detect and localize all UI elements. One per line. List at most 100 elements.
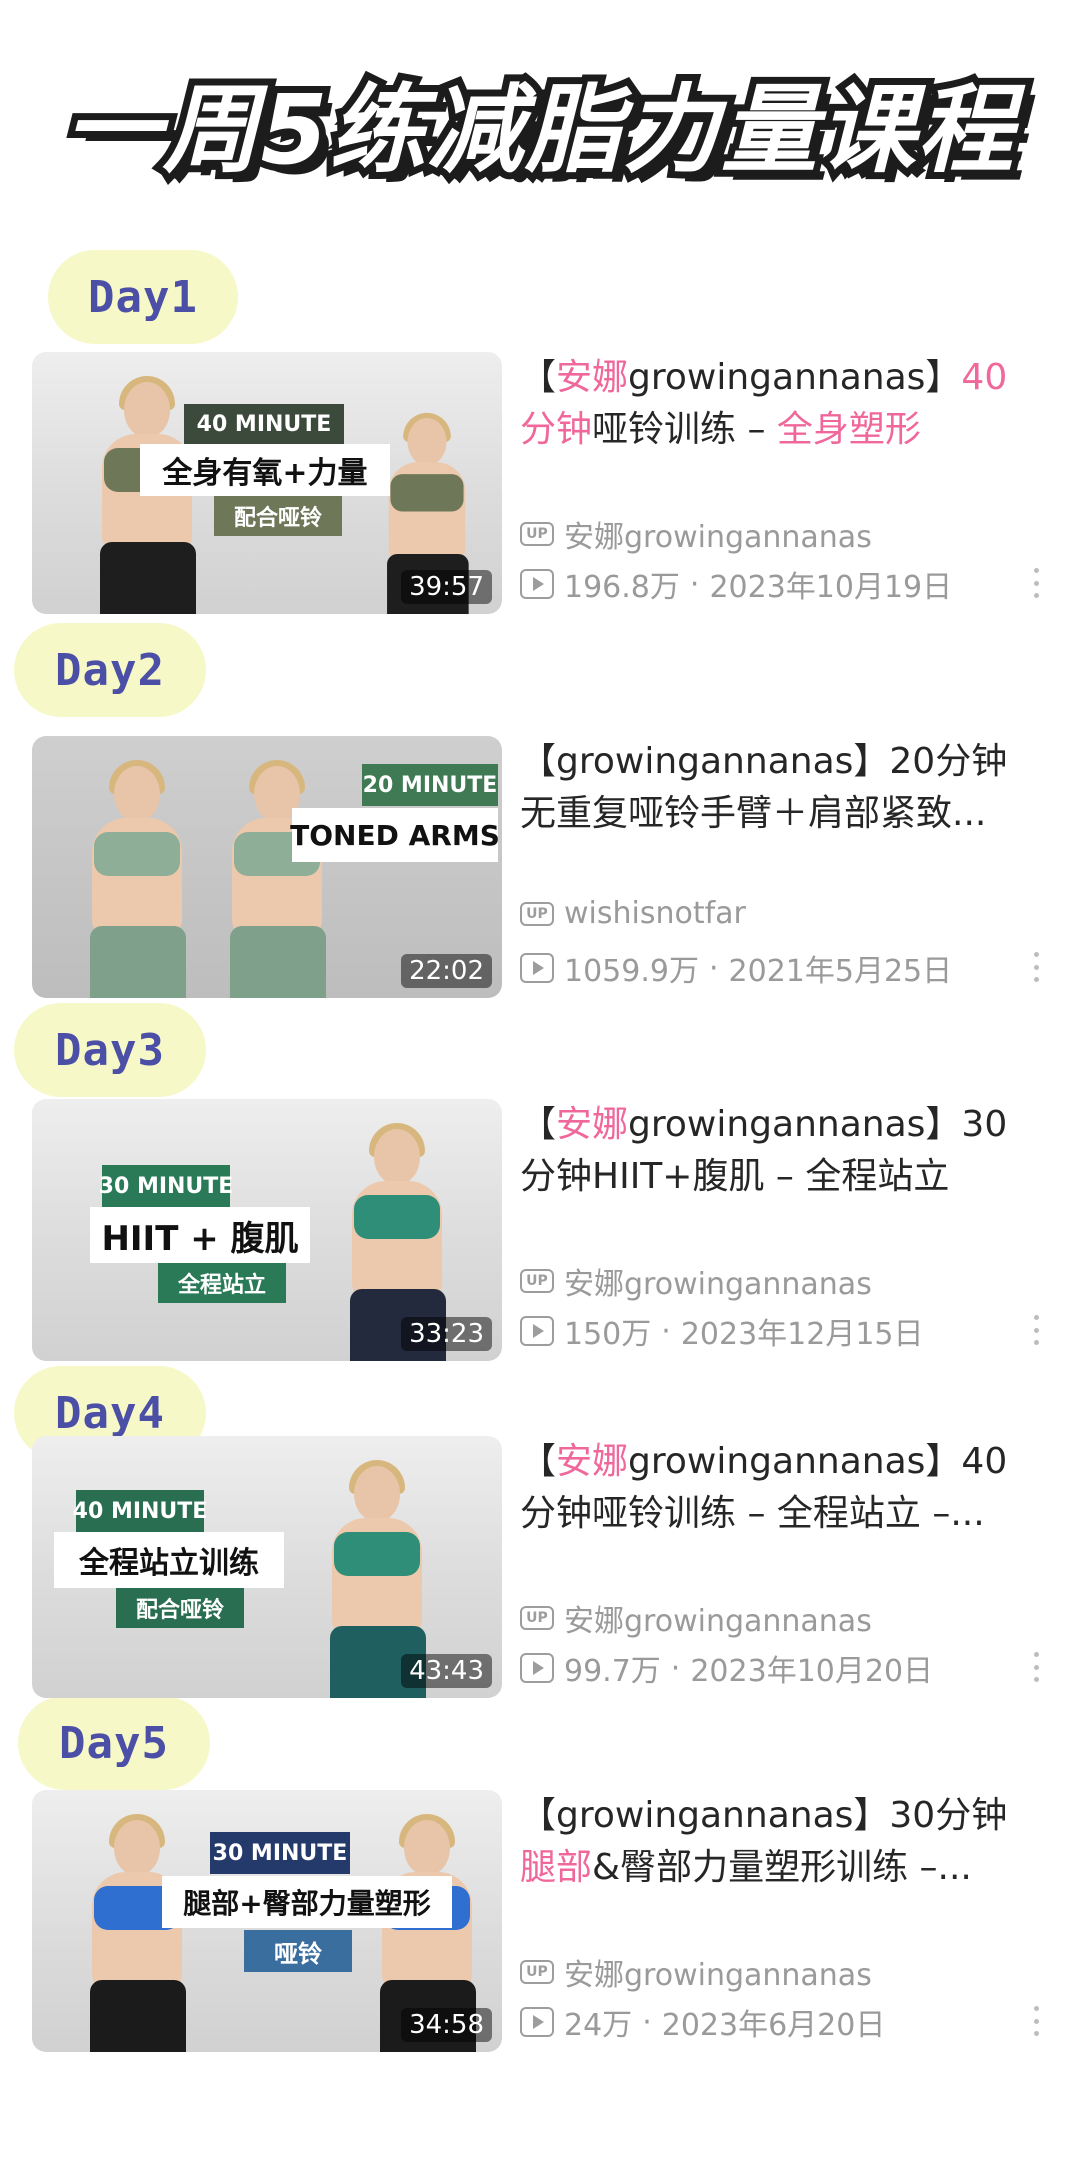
uploader-row[interactable]: UP wishisnotfar [520, 896, 746, 931]
play-count-icon [520, 2007, 554, 2037]
title-text: growingannanas】 [628, 357, 962, 398]
video-card-day3[interactable]: 30 MINUTE HIIT + 腹肌 全程站立 33:23 【安娜growin… [32, 1099, 1042, 1361]
play-count-icon [520, 1653, 554, 1683]
video-thumbnail[interactable]: 40 MINUTE 全程站立训练 配合哑铃 43:43 [32, 1436, 502, 1698]
video-title[interactable]: 【安娜growingannanas】30分钟HIIT+腹肌 – 全程站立 [520, 1099, 1040, 1203]
day-badge-label: Day3 [55, 1024, 165, 1076]
video-card-day2[interactable]: 20 MINUTE TONED ARMS 22:02 【growingannan… [32, 736, 1042, 998]
day-badge-3: Day3 [14, 1003, 206, 1097]
video-title[interactable]: 【安娜growingannanas】40分钟哑铃训练 – 全身塑形 [520, 352, 1040, 456]
more-options-icon[interactable] [1032, 952, 1040, 982]
title-text: 【growingannanas】30分钟 [520, 1795, 1008, 1836]
video-duration: 22:02 [401, 954, 492, 988]
day-badge-label: Day1 [88, 271, 198, 323]
publish-date: 2021年5月25日 [728, 954, 953, 989]
title-text: &臀部力量塑形训练 –... [592, 1847, 972, 1888]
thumb-main-label: 全身有氧+力量 [140, 444, 390, 496]
video-thumbnail[interactable]: 40 MINUTE 全身有氧+力量 配合哑铃 39:57 [32, 352, 502, 614]
day-badge-label: Day2 [55, 644, 165, 696]
thumb-main-label: 全程站立训练 [54, 1532, 284, 1588]
uploader-row[interactable]: UP 安娜growingannanas [520, 1596, 872, 1640]
stats-row: 150万 · 2023年12月15日 [520, 1309, 1040, 1353]
athlete-figure [62, 1814, 212, 2052]
uploader-row[interactable]: UP 安娜growingannanas [520, 512, 872, 556]
separator-dot: · [689, 566, 700, 602]
separator-dot: · [670, 1650, 681, 1686]
more-options-icon[interactable] [1032, 1652, 1040, 1682]
day-badge-label: Day5 [59, 1717, 169, 1769]
title-highlight: 全身塑形 [776, 409, 921, 450]
video-card-day4[interactable]: 40 MINUTE 全程站立训练 配合哑铃 43:43 【安娜growingan… [32, 1436, 1042, 1698]
video-duration: 43:43 [401, 1654, 492, 1688]
athlete-figure [202, 760, 352, 998]
stats-row: 196.8万 · 2023年10月19日 [520, 562, 1040, 606]
athlete-figure [62, 760, 212, 998]
title-highlight: 安娜 [556, 1104, 629, 1145]
video-title[interactable]: 【growingannanas】20分钟无重复哑铃手臂＋肩部紧致... [520, 736, 1040, 840]
video-info: 【安娜growingannanas】40分钟哑铃训练 – 全程站立 –... U… [520, 1436, 1040, 1698]
stats-row: 99.7万 · 2023年10月20日 [520, 1646, 1040, 1690]
video-info: 【安娜growingannanas】30分钟HIIT+腹肌 – 全程站立 UP … [520, 1099, 1040, 1361]
title-text: 哑铃训练 – [592, 409, 777, 450]
up-badge-icon: UP [520, 1606, 554, 1630]
more-options-icon[interactable] [1032, 1315, 1040, 1345]
video-thumbnail[interactable]: 30 MINUTE HIIT + 腹肌 全程站立 33:23 [32, 1099, 502, 1361]
video-thumbnail[interactable]: 20 MINUTE TONED ARMS 22:02 [32, 736, 502, 998]
video-duration: 33:23 [401, 1317, 492, 1351]
uploader-name: 安娜growingannanas [564, 520, 872, 555]
view-count: 1059.9万 [564, 954, 699, 989]
play-count-icon [520, 1316, 554, 1346]
video-title[interactable]: 【growingannanas】30分钟腿部&臀部力量塑形训练 –... [520, 1790, 1040, 1894]
thumb-minute-label: 20 MINUTE [362, 764, 498, 806]
title-highlight: 安娜 [556, 357, 629, 398]
title-text: 【 [520, 1441, 557, 1482]
uploader-row[interactable]: UP 安娜growingannanas [520, 1950, 872, 1994]
thumb-sub-label: 哑铃 [244, 1930, 352, 1972]
stats-row: 1059.9万 · 2021年5月25日 [520, 946, 1040, 990]
uploader-name: 安娜growingannanas [564, 1958, 872, 1993]
thumb-sub-label: 配合哑铃 [116, 1588, 244, 1628]
title-highlight: 安娜 [556, 1441, 629, 1482]
thumb-main-label: 腿部+臀部力量塑形 [162, 1876, 452, 1928]
video-duration: 34:58 [401, 2008, 492, 2042]
more-options-icon[interactable] [1032, 2006, 1040, 2036]
page-title: 一周5练减脂力量课程 [58, 67, 1021, 193]
up-badge-icon: UP [520, 1269, 554, 1293]
play-count-icon [520, 569, 554, 599]
publish-date: 2023年6月20日 [661, 2008, 886, 2043]
title-text: 【growingannanas】20分钟无重复哑铃手臂＋肩部紧致... [520, 741, 1008, 834]
separator-dot: · [642, 2004, 652, 2040]
thumb-sub-label: 配合哑铃 [214, 496, 342, 536]
thumb-minute-label: 30 MINUTE [99, 1165, 233, 1207]
video-duration: 39:57 [401, 570, 492, 604]
uploader-row[interactable]: UP 安娜growingannanas [520, 1259, 872, 1303]
separator-dot: · [661, 1313, 671, 1349]
video-card-day1[interactable]: 40 MINUTE 全身有氧+力量 配合哑铃 39:57 【安娜growinga… [32, 352, 1042, 614]
publish-date: 2023年12月15日 [680, 1317, 924, 1352]
play-count-icon [520, 953, 554, 983]
up-badge-icon: UP [520, 901, 554, 926]
thumb-minute-label: 30 MINUTE [210, 1832, 350, 1874]
more-options-icon[interactable] [1032, 568, 1040, 598]
day-badge-5: Day5 [18, 1696, 210, 1790]
thumb-sub-label: 全程站立 [158, 1263, 286, 1303]
video-card-day5[interactable]: 30 MINUTE 腿部+臀部力量塑形 哑铃 34:58 【growingann… [32, 1790, 1042, 2052]
video-info: 【growingannanas】20分钟无重复哑铃手臂＋肩部紧致... UP w… [520, 736, 1040, 998]
title-text: 【 [520, 1104, 557, 1145]
up-badge-icon: UP [520, 1960, 554, 1984]
thumb-minute-label: 40 MINUTE [73, 1490, 207, 1532]
day-badge-1: Day1 [48, 250, 238, 344]
title-text: 【 [520, 357, 557, 398]
video-thumbnail[interactable]: 30 MINUTE 腿部+臀部力量塑形 哑铃 34:58 [32, 1790, 502, 2052]
thumb-main-label: HIIT + 腹肌 [90, 1207, 310, 1263]
title-highlight: 腿部 [520, 1847, 593, 1888]
up-badge-icon: UP [520, 522, 554, 546]
separator-dot: · [708, 950, 719, 986]
uploader-name: 安娜growingannanas [564, 1604, 872, 1639]
view-count: 196.8万 [564, 570, 680, 605]
view-count: 150万 [564, 1317, 652, 1352]
thumb-minute-label: 40 MINUTE [184, 404, 344, 444]
thumb-main-label: TONED ARMS [290, 808, 500, 862]
day-badge-2: Day2 [14, 623, 206, 717]
video-title[interactable]: 【安娜growingannanas】40分钟哑铃训练 – 全程站立 –... [520, 1436, 1040, 1540]
